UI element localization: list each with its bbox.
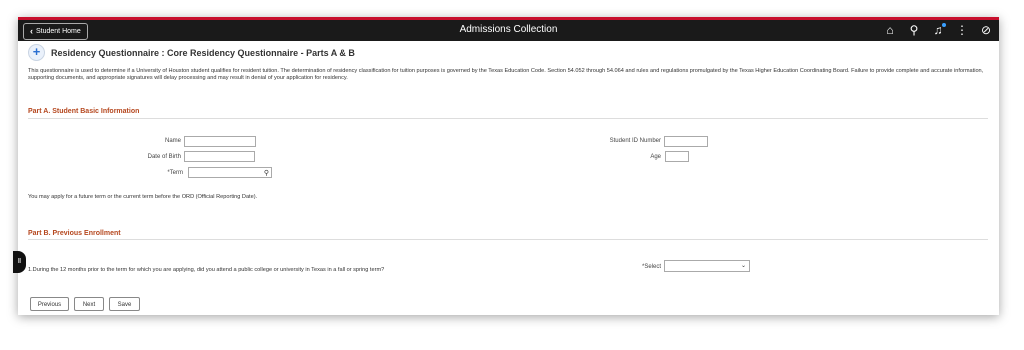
part-a-title: Part A. Student Basic Information (28, 108, 140, 115)
chevron-down-icon: ⌄ (740, 263, 746, 269)
divider (28, 239, 988, 240)
compass-icon[interactable]: ⊘ (979, 22, 993, 38)
page-title: Residency Questionnaire : Core Residency… (51, 47, 355, 58)
previous-button[interactable]: Previous (30, 297, 69, 311)
search-icon[interactable]: ⚲ (907, 22, 921, 38)
app-window: ‹ Student Home Admissions Collection ⌂ ⚲… (18, 17, 999, 315)
name-input[interactable] (184, 136, 256, 147)
plus-circle-icon[interactable]: + (28, 44, 45, 61)
date-of-birth-input[interactable] (184, 151, 255, 162)
term-note: You may apply for a future term or the c… (28, 194, 258, 200)
side-panel-handle[interactable]: Ⅱ (13, 251, 26, 273)
question-1-text: 1.During the 12 months prior to the term… (28, 267, 385, 273)
term-input[interactable]: ⚲ (188, 167, 272, 178)
home-icon[interactable]: ⌂ (883, 22, 897, 38)
term-lookup-search-icon[interactable]: ⚲ (264, 169, 269, 177)
top-navigation-bar: ‹ Student Home Admissions Collection ⌂ ⚲… (18, 17, 999, 41)
topbar-actions: ⌂ ⚲ ♫ ⋮ ⊘ (883, 22, 993, 38)
page-header: + Residency Questionnaire : Core Residen… (28, 44, 355, 61)
notification-dot (942, 23, 946, 27)
student-id-label: Student ID Number (609, 138, 661, 144)
name-label: Name (164, 138, 181, 144)
more-vert-icon[interactable]: ⋮ (955, 22, 969, 38)
bell-icon[interactable]: ♫ (931, 22, 946, 38)
save-button[interactable]: Save (109, 297, 140, 311)
date-of-birth-label: Date of Birth (147, 154, 181, 160)
select-label: *Select (641, 264, 661, 270)
divider (28, 118, 988, 119)
age-input[interactable] (665, 151, 689, 162)
question-1-select[interactable]: ⌄ (664, 260, 750, 272)
student-id-input[interactable] (664, 136, 708, 147)
intro-text: This questionnaire is used to determine … (28, 68, 984, 81)
next-button[interactable]: Next (74, 297, 104, 311)
term-label: *Term (167, 170, 183, 176)
app-title: Admissions Collection (459, 24, 558, 35)
part-b-title: Part B. Previous Enrollment (28, 230, 121, 237)
age-label: Age (650, 154, 661, 160)
